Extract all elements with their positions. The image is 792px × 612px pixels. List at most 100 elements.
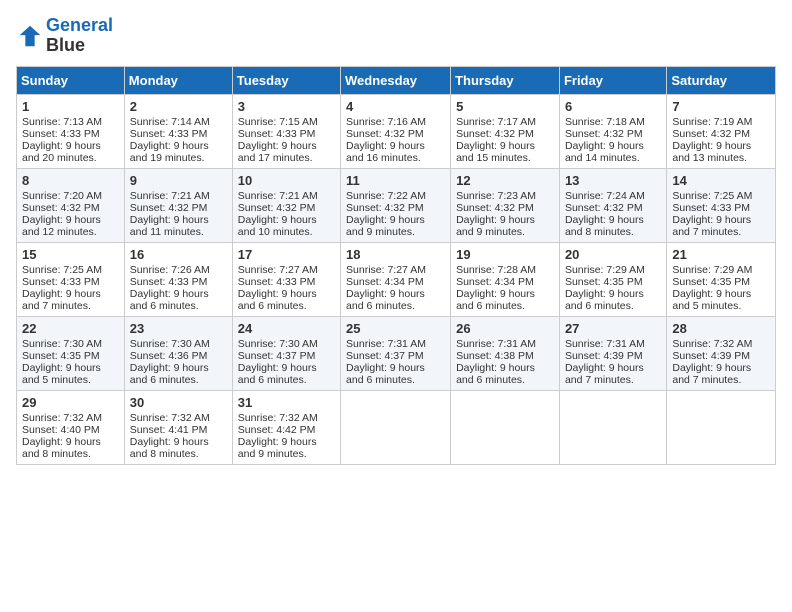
calendar-cell: 10Sunrise: 7:21 AMSunset: 4:32 PMDayligh… [232, 168, 340, 242]
sunrise-text: Sunrise: 7:31 AM [456, 338, 536, 350]
sunrise-text: Sunrise: 7:27 AM [238, 264, 318, 276]
logo: General Blue [16, 16, 113, 56]
sunrise-text: Sunrise: 7:29 AM [672, 264, 752, 276]
calendar-cell: 24Sunrise: 7:30 AMSunset: 4:37 PMDayligh… [232, 316, 340, 390]
sunrise-text: Sunrise: 7:25 AM [22, 264, 102, 276]
sunset-text: Sunset: 4:34 PM [346, 276, 424, 288]
calendar-cell: 26Sunrise: 7:31 AMSunset: 4:38 PMDayligh… [451, 316, 560, 390]
calendar-cell: 30Sunrise: 7:32 AMSunset: 4:41 PMDayligh… [124, 390, 232, 464]
daylight-text: Daylight: 9 hours and 6 minutes. [130, 288, 209, 312]
sunrise-text: Sunrise: 7:32 AM [238, 412, 318, 424]
weekday-header: Sunday [17, 66, 125, 94]
sunset-text: Sunset: 4:37 PM [238, 350, 316, 362]
calendar-week-row: 1Sunrise: 7:13 AMSunset: 4:33 PMDaylight… [17, 94, 776, 168]
calendar-cell: 11Sunrise: 7:22 AMSunset: 4:32 PMDayligh… [341, 168, 451, 242]
sunrise-text: Sunrise: 7:21 AM [130, 190, 210, 202]
day-number: 20 [565, 247, 661, 262]
calendar-week-row: 29Sunrise: 7:32 AMSunset: 4:40 PMDayligh… [17, 390, 776, 464]
daylight-text: Daylight: 9 hours and 5 minutes. [672, 288, 751, 312]
sunset-text: Sunset: 4:32 PM [22, 202, 100, 214]
day-number: 17 [238, 247, 335, 262]
weekday-header-row: SundayMondayTuesdayWednesdayThursdayFrid… [17, 66, 776, 94]
sunset-text: Sunset: 4:33 PM [130, 276, 208, 288]
sunset-text: Sunset: 4:39 PM [565, 350, 643, 362]
sunrise-text: Sunrise: 7:30 AM [130, 338, 210, 350]
calendar-cell: 12Sunrise: 7:23 AMSunset: 4:32 PMDayligh… [451, 168, 560, 242]
sunset-text: Sunset: 4:35 PM [672, 276, 750, 288]
day-number: 28 [672, 321, 770, 336]
weekday-header: Saturday [667, 66, 776, 94]
day-number: 30 [130, 395, 227, 410]
sunset-text: Sunset: 4:32 PM [565, 128, 643, 140]
daylight-text: Daylight: 9 hours and 6 minutes. [346, 362, 425, 386]
sunrise-text: Sunrise: 7:13 AM [22, 116, 102, 128]
calendar-week-row: 15Sunrise: 7:25 AMSunset: 4:33 PMDayligh… [17, 242, 776, 316]
day-number: 1 [22, 99, 119, 114]
calendar-cell: 14 Sunrise: 7:25 AMSunset: 4:33 PMDayligh… [667, 168, 776, 242]
daylight-text: Daylight: 9 hours and 12 minutes. [22, 214, 101, 238]
daylight-text: Daylight: 9 hours and 6 minutes. [238, 288, 317, 312]
sunrise-text: Sunrise: 7:20 AM [22, 190, 102, 202]
sunrise-text: Sunrise: 7:22 AM [346, 190, 426, 202]
sunset-text: Sunset: 4:33 PM [672, 202, 750, 214]
sunset-text: Sunset: 4:32 PM [238, 202, 316, 214]
daylight-text: Daylight: 9 hours and 20 minutes. [22, 140, 101, 164]
daylight-text: Daylight: 9 hours and 9 minutes. [238, 436, 317, 460]
daylight-text: Daylight: 9 hours and 6 minutes. [456, 288, 535, 312]
sunset-text: Sunset: 4:33 PM [22, 276, 100, 288]
sunrise-text: Sunrise: 7:25 AM [672, 190, 752, 202]
sunset-text: Sunset: 4:33 PM [22, 128, 100, 140]
daylight-text: Daylight: 9 hours and 7 minutes. [565, 362, 644, 386]
sunrise-text: Sunrise: 7:18 AM [565, 116, 645, 128]
calendar-cell: 2Sunrise: 7:14 AMSunset: 4:33 PMDaylight… [124, 94, 232, 168]
sunrise-text: Sunrise: 7:26 AM [130, 264, 210, 276]
calendar-cell: 16Sunrise: 7:26 AMSunset: 4:33 PMDayligh… [124, 242, 232, 316]
sunset-text: Sunset: 4:34 PM [456, 276, 534, 288]
day-number: 8 [22, 173, 119, 188]
daylight-text: Daylight: 9 hours and 10 minutes. [238, 214, 317, 238]
calendar-cell: 18Sunrise: 7:27 AMSunset: 4:34 PMDayligh… [341, 242, 451, 316]
day-number: 2 [130, 99, 227, 114]
sunrise-text: Sunrise: 7:32 AM [672, 338, 752, 350]
calendar-cell: 17Sunrise: 7:27 AMSunset: 4:33 PMDayligh… [232, 242, 340, 316]
calendar-week-row: 22Sunrise: 7:30 AMSunset: 4:35 PMDayligh… [17, 316, 776, 390]
logo-text: General Blue [46, 16, 113, 56]
daylight-text: Daylight: 9 hours and 16 minutes. [346, 140, 425, 164]
daylight-text: Daylight: 9 hours and 9 minutes. [456, 214, 535, 238]
sunset-text: Sunset: 4:32 PM [565, 202, 643, 214]
calendar-cell: 8 Sunrise: 7:20 AMSunset: 4:32 PMDaylight… [17, 168, 125, 242]
sunset-text: Sunset: 4:32 PM [456, 202, 534, 214]
calendar-cell: 15Sunrise: 7:25 AMSunset: 4:33 PMDayligh… [17, 242, 125, 316]
sunrise-text: Sunrise: 7:32 AM [130, 412, 210, 424]
calendar-cell: 25Sunrise: 7:31 AMSunset: 4:37 PMDayligh… [341, 316, 451, 390]
daylight-text: Daylight: 9 hours and 7 minutes. [672, 214, 751, 238]
weekday-header: Friday [559, 66, 666, 94]
calendar-cell: 21Sunrise: 7:29 AMSunset: 4:35 PMDayligh… [667, 242, 776, 316]
daylight-text: Daylight: 9 hours and 6 minutes. [565, 288, 644, 312]
calendar-cell [667, 390, 776, 464]
day-number: 22 [22, 321, 119, 336]
daylight-text: Daylight: 9 hours and 13 minutes. [672, 140, 751, 164]
sunrise-text: Sunrise: 7:24 AM [565, 190, 645, 202]
daylight-text: Daylight: 9 hours and 5 minutes. [22, 362, 101, 386]
sunrise-text: Sunrise: 7:30 AM [22, 338, 102, 350]
sunrise-text: Sunrise: 7:30 AM [238, 338, 318, 350]
weekday-header: Tuesday [232, 66, 340, 94]
calendar-cell: 28Sunrise: 7:32 AMSunset: 4:39 PMDayligh… [667, 316, 776, 390]
sunrise-text: Sunrise: 7:15 AM [238, 116, 318, 128]
day-number: 15 [22, 247, 119, 262]
weekday-header: Wednesday [341, 66, 451, 94]
sunrise-text: Sunrise: 7:21 AM [238, 190, 318, 202]
sunset-text: Sunset: 4:40 PM [22, 424, 100, 436]
calendar-cell: 1 Sunrise: 7:13 AMSunset: 4:33 PMDaylight… [17, 94, 125, 168]
sunset-text: Sunset: 4:42 PM [238, 424, 316, 436]
calendar-cell: 23Sunrise: 7:30 AMSunset: 4:36 PMDayligh… [124, 316, 232, 390]
day-number: 14 [672, 173, 770, 188]
daylight-text: Daylight: 9 hours and 14 minutes. [565, 140, 644, 164]
sunset-text: Sunset: 4:32 PM [346, 202, 424, 214]
daylight-text: Daylight: 9 hours and 7 minutes. [672, 362, 751, 386]
day-number: 12 [456, 173, 554, 188]
calendar-cell: 5Sunrise: 7:17 AMSunset: 4:32 PMDaylight… [451, 94, 560, 168]
day-number: 6 [565, 99, 661, 114]
sunset-text: Sunset: 4:37 PM [346, 350, 424, 362]
